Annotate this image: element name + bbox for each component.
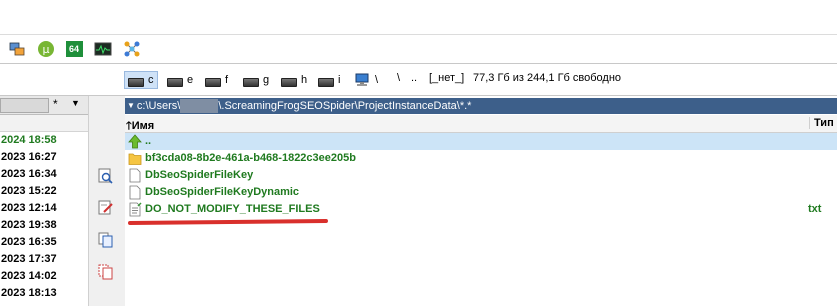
drive-icon [128,78,144,87]
left-path-field[interactable] [0,98,49,113]
network-drive-icon [355,73,369,86]
network-drive-button[interactable]: \ [355,72,378,88]
list-item[interactable]: 2023 14:02 [0,268,88,285]
sixty-four-label: 64 [65,41,83,57]
path-suffix: \.ScreamingFrogSEOSpider\ProjectInstance… [218,100,472,112]
list-item[interactable]: 2023 16:35 [0,234,88,251]
drive-bar: c e f g h i \ \ .. [_нет_] 77,3 Гб из 24… [0,64,837,96]
list-item[interactable]: 2023 16:34 [0,166,88,183]
move-file-icon [98,264,113,280]
activity-monitor-icon[interactable] [94,40,112,58]
drive-letter: f [225,74,229,86]
list-item[interactable]: 2023 17:37 [0,251,88,268]
drive-free-space: 77,3 Гб из 244,1 Гб свободно [473,72,622,84]
left-panel-header: * ▼ [0,96,88,115]
file-name: DbSeoSpiderFileKeyDynamic [145,186,300,198]
file-name: DO_NOT_MODIFY_THESE_FILES [145,203,320,215]
drive-letter: e [187,74,194,86]
redacted-username [180,99,219,113]
file-name: DbSeoSpiderFileKey [145,169,254,181]
filter-mask: * [53,97,58,111]
edit-file-icon [98,200,113,215]
path-bar[interactable]: ▼ c:\Users\ \.ScreamingFrogSEOSpider\Pro… [125,98,837,114]
network-icon[interactable] [8,40,26,58]
edit-file-button[interactable] [96,198,116,218]
parent-dir-button[interactable]: .. [411,72,417,84]
table-row[interactable]: DbSeoSpiderFileKeyDynamic [125,184,837,201]
file-name: bf3cda08-8b2e-461a-b468-1822c3ee205b [145,152,356,164]
list-item[interactable]: 2023 15:22 [0,183,88,200]
drive-button-f[interactable]: f [205,72,228,88]
table-row[interactable]: bf3cda08-8b2e-461a-b468-1822c3ee205b [125,150,837,167]
left-file-panel: * ▼ 2024 18:58 2023 16:27 2023 16:34 202… [0,96,88,306]
toolbar: µ 64 [0,35,837,64]
copy-icon [98,232,113,248]
drive-button-c[interactable]: c [124,71,158,89]
drive-icon [318,78,334,87]
drive-letter: c [148,74,154,86]
drive-icon [205,78,221,87]
magnifier-icon [98,168,113,184]
move-file-button[interactable] [96,262,116,282]
network-drive-label: \ [375,74,379,86]
middle-button-strip [88,96,126,306]
drive-letter: g [263,74,270,86]
table-row[interactable]: DO_NOT_MODIFY_THESE_FILES txt [125,201,837,218]
utorrent-icon[interactable]: µ [37,40,55,58]
drive-letter: h [301,74,308,86]
right-file-panel: ▼ c:\Users\ \.ScreamingFrogSEOSpider\Pro… [125,96,837,306]
drive-letter: i [338,74,341,86]
history-dropdown-button[interactable]: ▼ [71,98,80,108]
file-icon [129,168,141,183]
list-item[interactable]: 2023 12:14 [0,200,88,217]
table-row[interactable]: DbSeoSpiderFileKey [125,167,837,184]
file-icon [129,185,141,200]
column-header-type[interactable]: Тип [809,117,834,129]
drive-volume-label: [_нет_] [429,72,465,84]
drive-icon [281,78,297,87]
file-name: .. [145,135,152,147]
drive-icon [243,78,259,87]
sixty-four-icon[interactable]: 64 [65,40,83,58]
drive-button-g[interactable]: g [243,72,269,88]
root-button[interactable]: \ [397,72,400,84]
copy-file-button[interactable] [96,230,116,250]
folder-icon [128,153,142,165]
list-item[interactable]: 2023 18:13 [0,285,88,302]
chevron-down-icon[interactable]: ▼ [125,98,137,114]
view-file-button[interactable] [96,166,116,186]
list-item[interactable]: 2023 16:27 [0,149,88,166]
file-extension: txt [808,203,822,215]
file-list: .. bf3cda08-8b2e-461a-b468-1822c3ee205b … [125,133,837,218]
table-row[interactable]: .. [125,133,837,150]
up-arrow-icon [128,134,142,149]
molecule-icon[interactable] [123,40,141,58]
drive-button-e[interactable]: e [167,72,193,88]
list-item[interactable]: 2023 19:38 [0,217,88,234]
svg-text:µ: µ [43,43,50,56]
drive-button-i[interactable]: i [318,72,340,88]
column-name-label: Имя [131,120,155,132]
drive-button-h[interactable]: h [281,72,307,88]
column-header: 🡑Имя Тип [125,115,837,133]
top-strip [0,0,837,35]
left-column-header [0,115,88,132]
list-item[interactable]: 2024 18:58 [0,132,88,149]
text-file-icon [129,202,142,217]
path-prefix: c:\Users\ [136,100,181,112]
red-underline-annotation [127,218,329,226]
left-date-column: 2024 18:58 2023 16:27 2023 16:34 2023 15… [0,132,88,302]
drive-icon [167,78,183,87]
